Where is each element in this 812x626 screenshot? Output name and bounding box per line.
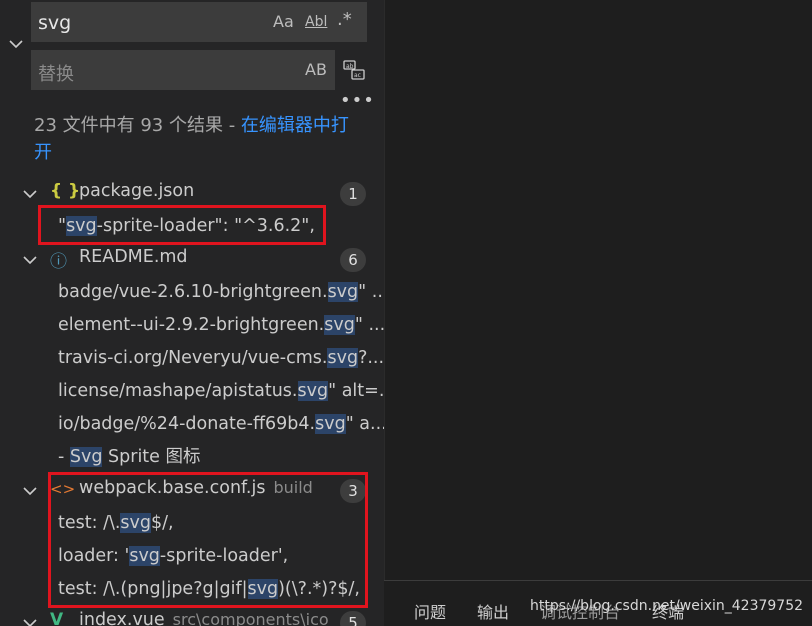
search-query[interactable]: svg [38, 12, 71, 34]
results-count-text: 23 文件中有 93 个结果 - [34, 115, 241, 136]
match-whole-word-icon[interactable]: Abl [305, 14, 327, 30]
match-highlight: svg [324, 315, 355, 335]
match-text: " alt=... [328, 381, 384, 401]
json-file-icon: { } [50, 181, 81, 201]
match-highlight: svg [315, 414, 346, 434]
chevron-down-icon[interactable] [22, 186, 38, 202]
svg-text:ac: ac [354, 72, 361, 79]
info-icon: ⓘ [50, 252, 67, 272]
match-text: element--ui-2.9.2-brightgreen. [58, 315, 325, 335]
file-name: index.vue [79, 610, 165, 626]
match-line[interactable]: license/mashape/apistatus.svg" alt=... [58, 375, 384, 408]
match-line[interactable]: io/badge/%24-donate-ff69b4.svg" a... [58, 408, 384, 441]
editor-area [384, 0, 812, 626]
results-summary: 23 文件中有 93 个结果 - 在编辑器中打开 [34, 112, 364, 166]
chevron-down-icon[interactable] [22, 252, 38, 268]
match-line[interactable]: element--ui-2.9.2-brightgreen.svg" ... [58, 309, 384, 342]
watermark-url: https://blog.csdn.net/weixin_42379752 [530, 598, 804, 614]
use-regex-icon[interactable]: .* [337, 9, 352, 30]
file-row-readme[interactable]: ⓘ README.md 6 [0, 243, 384, 276]
match-highlight: svg [327, 282, 359, 302]
match-text: Sprite 图标 [102, 447, 201, 467]
file-name: README.md [79, 247, 188, 267]
toggle-replace-chevron-icon[interactable] [8, 36, 24, 52]
vue-file-icon: V [50, 610, 64, 626]
match-line[interactable]: - Svg Sprite 图标 [58, 441, 384, 474]
match-highlight: Svg [69, 447, 103, 467]
file-path: src\components\ico [172, 610, 329, 626]
svg-text:ab: ab [346, 63, 354, 70]
match-highlight: svg [297, 381, 329, 401]
match-case-icon[interactable]: Aa [273, 12, 294, 31]
annotation-box-webpack [48, 472, 368, 608]
match-line[interactable]: badge/vue-2.6.10-brightgreen.svg" ... [58, 276, 384, 309]
match-line[interactable]: travis-ci.org/Neveryu/vue-cms.svg?... [58, 342, 384, 375]
replace-all-icon[interactable]: ab ac [342, 58, 366, 82]
replace-placeholder[interactable]: 替换 [38, 60, 74, 86]
match-text: " ... [358, 282, 384, 302]
file-name: package.json [79, 181, 195, 201]
tab-problems[interactable]: 问题 [414, 599, 446, 623]
search-input[interactable]: svg Aa Abl .* [31, 2, 367, 42]
match-text: io/badge/%24-donate-ff69b4. [58, 414, 316, 434]
replace-input[interactable]: 替换 AB [31, 50, 335, 90]
match-count-badge: 1 [340, 182, 366, 206]
search-sidebar: svg Aa Abl .* 替换 AB ab ac ••• 23 文件中有 93… [0, 0, 384, 626]
tab-output[interactable]: 输出 [477, 599, 509, 623]
match-text: travis-ci.org/Neveryu/vue-cms. [58, 348, 328, 368]
annotation-box-package [38, 205, 326, 245]
file-name-with-path: index.vue src\components\ico [79, 610, 329, 626]
match-count-badge: 6 [340, 248, 366, 272]
chevron-down-icon[interactable] [22, 615, 38, 626]
match-text: - [58, 447, 70, 467]
match-text: badge/vue-2.6.10-brightgreen. [58, 282, 328, 302]
more-actions-icon[interactable]: ••• [340, 90, 375, 111]
preserve-case-icon[interactable]: AB [305, 60, 327, 79]
match-text: license/mashape/apistatus. [58, 381, 298, 401]
match-text: ?... [358, 348, 384, 368]
chevron-down-icon[interactable] [22, 483, 38, 499]
match-count-badge: 5 [340, 611, 366, 626]
match-highlight: svg [327, 348, 359, 368]
match-text: " ... [354, 315, 384, 335]
match-text: " a... [345, 414, 384, 434]
file-row-index-vue[interactable]: V index.vue src\components\ico 5 [0, 606, 384, 626]
